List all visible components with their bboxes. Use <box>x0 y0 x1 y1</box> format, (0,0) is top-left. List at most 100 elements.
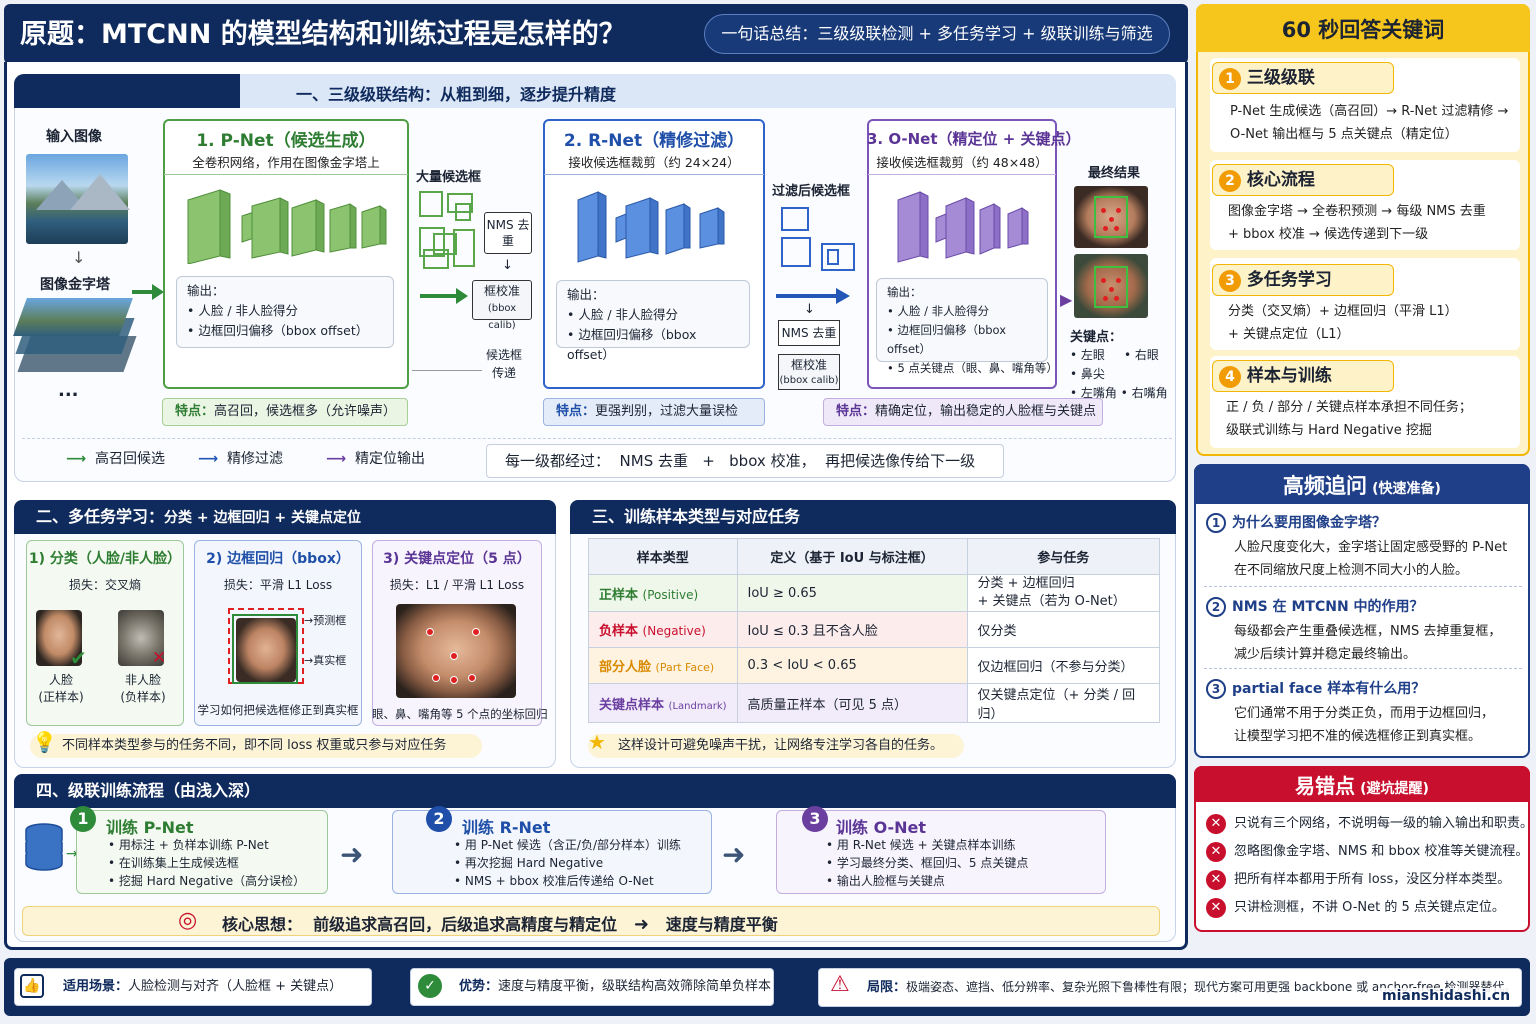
arrow-to-onet <box>776 294 838 298</box>
rnet-title: 2. R-Net（精修过滤） <box>563 131 745 151</box>
error-x-icon: ✕ <box>1206 841 1226 862</box>
down-arrow-icon: ↓ <box>804 302 815 317</box>
error-item: ✕ 只讲检测框，不讲 O-Net 的 5 点关键点定位。 <box>1206 894 1533 922</box>
faq-item: 2 NMS 在 MTCNN 中的作用？ <box>1206 596 1424 617</box>
rnet-subtitle: 接收候选框裁剪（约 24×24） <box>568 155 740 170</box>
rnet-output-box: 输出： • 人脸 / 非人脸得分 • 边框回归偏移（bbox offset） <box>556 280 750 362</box>
pnet-output-1: • 人脸 / 非人脸得分 <box>187 303 299 318</box>
arrow-head <box>456 288 468 304</box>
arrow-to-final-icon: ▶ <box>1060 290 1073 309</box>
col-header: 参与任务 <box>966 538 1161 575</box>
faq-answer: 人脸尺度变化大，金字塔让固定感受野的 P-Net 在不同缩放尺度上检测不同大小的人… <box>1234 540 1508 578</box>
multitask-tip: 不同样本类型参与的任务不同，即不同 loss 权重或只参与对应任务 <box>30 734 482 758</box>
errors-list: ✕ 只说有三个网络，不说明每一级的输入输出和职责。 ✕ 忽略图像金字塔、NMS 和 … <box>1206 810 1533 922</box>
landmark-face-image <box>396 604 516 698</box>
legend-blue: ⟶ 精修过滤 <box>198 451 283 467</box>
col-header: 定义（基于 IoU 与标注框） <box>736 538 968 575</box>
section-multitask-bar: 二、多任务学习：分类 + 边框回归 + 关键点定位 <box>14 500 556 534</box>
rnet-output-1: • 人脸 / 非人脸得分 <box>567 307 679 322</box>
faq-title: 高频追问 (快速准备) <box>1283 474 1441 498</box>
faq-item: 3 partial face 样本有什么用？ <box>1206 678 1425 699</box>
pnet-output-2: • 边框回归偏移（bbox offset） <box>187 323 369 338</box>
step-items: • 用 R-Net 候选 + 关键点样本训练 • 学习最终分类、框回归、5 点关键… <box>826 838 1029 888</box>
pyramid-layer-1 <box>13 298 133 336</box>
footer-advantage: 优势：速度与精度平衡，级联结构高效筛除简单负样本 <box>410 968 774 1006</box>
check-icon: ✔ <box>70 646 87 670</box>
ground-truth-label: →真实框 <box>304 654 347 667</box>
rnet-output-2: • 边框回归偏移（bbox offset） <box>567 327 697 362</box>
card-classification-loss: 损失：交叉熵 <box>68 578 141 592</box>
section-cascade-tab <box>14 74 264 108</box>
onet-output-title: 输出： <box>887 285 922 299</box>
down-arrow-icon: ↓ <box>502 258 513 273</box>
lightbulb-icon: 💡 <box>32 730 57 754</box>
check-circle-icon: ✓ <box>418 974 442 998</box>
card-landmark-loss: 损失：L1 / 平滑 L1 Loss <box>389 578 525 592</box>
divider <box>22 438 1172 439</box>
legend-green: ⟶ 高召回候选 <box>66 451 165 467</box>
rnet-feature: 特点：更强判别，过滤大量误检 <box>543 398 765 426</box>
card-classification-title: 1) 分类（人脸/非人脸） <box>28 551 182 567</box>
rnet-output-title: 输出： <box>567 287 605 302</box>
step-number: 3 <box>802 806 828 832</box>
ground-truth-box <box>232 614 298 684</box>
onet-output-3: • 5 点关键点（眼、鼻、嘴角等） <box>887 361 1058 375</box>
final-face-image-2 <box>1074 254 1148 318</box>
col-header: 样本类型 <box>588 538 738 575</box>
card-bbox-loss: 损失：平滑 L1 Loss <box>223 578 333 592</box>
core-idea-text: 核心思想： 前级追求高召回，后级追求高精度与精定位 ➜ 速度与精度平衡 <box>222 914 778 935</box>
step-number: 1 <box>70 806 96 832</box>
page-title: 原题：MTCNN 的模型结构和训练过程是怎样的？ <box>20 19 626 50</box>
filtered-boxes-icon <box>781 207 855 271</box>
pyramid-label: 图像金字塔 <box>40 277 110 293</box>
cross-icon: ✕ <box>152 648 167 668</box>
keyword-title: 1 三级级联 <box>1212 62 1394 94</box>
samples-table: 样本类型 定义（基于 IoU 与标注框） 参与任务 正样本 (Positive) Io… <box>588 538 1161 723</box>
every-stage-note: 每一级都经过： NMS 去重 + bbox 校准， 再把候选像传给下一级 <box>486 444 1004 478</box>
pnet-title: 1. P-Net（候选生成） <box>196 131 376 151</box>
samples-tip: 这样设计可避免噪声干扰，让网络专注学习各自的任务。 <box>588 734 964 758</box>
section-cascade-title: 一、三级级联结构：从粗到细，逐步提升精度 <box>296 85 617 104</box>
section-training-bar: 四、级联训练流程（由浅入深） <box>14 774 1176 808</box>
calib-box: 框校准 (bbox calib) <box>472 280 532 331</box>
keyword-title: 3 多任务学习 <box>1212 264 1394 296</box>
card-landmark-caption: 眼、鼻、嘴角等 5 个点的坐标回归 <box>372 707 548 721</box>
keyword-title: 4 样本与训练 <box>1212 360 1394 392</box>
divider <box>1204 586 1522 587</box>
faq-answer: 每级都会产生重叠候选框，NMS 去掉重复框， 减少后续计算并稳定最终输出。 <box>1234 624 1502 662</box>
card-bbox-title: 2) 边框回归（bbox） <box>206 551 350 567</box>
filtered-label: 过滤后候选框 <box>772 184 851 199</box>
onet-feature: 特点：精确定位，输出稳定的人脸框与关键点 <box>823 398 1103 426</box>
candidates-label: 大量候选框 <box>416 170 482 185</box>
table-row: 负样本 (Negative) IoU ≤ 0.3 且不含人脸 仅分类 <box>588 611 1161 648</box>
error-item: ✕ 忽略图像金字塔、NMS 和 bbox 校准等关键流程。 <box>1206 838 1533 866</box>
pnet-subtitle: 全卷积网络，作用在图像金字塔上 <box>192 155 380 170</box>
keyword-desc: P-Net 生成候选（高召回）→ R-Net 过滤精修 → O-Net 输出框与 … <box>1230 104 1509 142</box>
keywords-title: 60 秒回答关键词 <box>1281 18 1445 42</box>
step-items: • 用 P-Net 候选（含正/负/部分样本）训练 • 再次挖掘 Hard Neg… <box>454 838 681 888</box>
section-samples-bar: 三、训练样本类型与对应任务 <box>570 500 1176 534</box>
keypoints-list: • 左眼 • 右眼 • 鼻尖 • 左嘴角 • 右嘴角 <box>1070 348 1168 400</box>
keyword-desc: 分类（交叉熵）+ 边框回归（平滑 L1） + 关键点定位（L1） <box>1228 304 1458 342</box>
arrow-head <box>836 288 850 304</box>
arrow-icon: ➜ <box>722 838 746 871</box>
keyword-desc: 正 / 负 / 部分 / 关键点样本承担不同任务； 级联式训练与 Hard Neg… <box>1226 400 1472 438</box>
step-items: • 用标注 + 负样本训练 P-Net • 在训练集上生成候选框 • 挖掘 Hard… <box>108 838 306 888</box>
divider <box>544 174 764 175</box>
pnet-output-title: 输出： <box>187 283 225 298</box>
summary-pill: 一句话总结：三级级联检测 + 多任务学习 + 级联训练与筛选 <box>704 14 1170 54</box>
error-x-icon: ✕ <box>1206 897 1226 918</box>
table-row: 部分人脸 (Part Face) 0.3 < IoU < 0.65 仅边框回归（不参… <box>588 647 1161 684</box>
onet-output-2: • 边框回归偏移（bbox offset） <box>887 323 1007 356</box>
down-arrow-icon: ↓ <box>72 248 86 267</box>
table-row: 关键点样本 (Landmark) 高质量正样本（可见 5 点） 仅关键点定位（+ 分… <box>588 683 1161 723</box>
card-bbox-caption: 学习如何把候选框修正到真实框 <box>197 703 359 717</box>
candidate-boxes-icon <box>419 191 475 269</box>
onet-subtitle: 接收候选框裁剪（约 48×48） <box>876 155 1048 170</box>
final-label: 最终结果 <box>1088 166 1141 181</box>
error-x-icon: ✕ <box>1206 813 1226 834</box>
pnet-layers-diagram <box>187 189 387 264</box>
keyword-title: 2 核心流程 <box>1212 164 1394 196</box>
faq-answer: 它们通常不用于分类正负，而用于边框回归， 让模型学习把不准的候选框修正到真实框。 <box>1234 706 1495 744</box>
predicted-box-label: →预测框 <box>304 614 347 627</box>
